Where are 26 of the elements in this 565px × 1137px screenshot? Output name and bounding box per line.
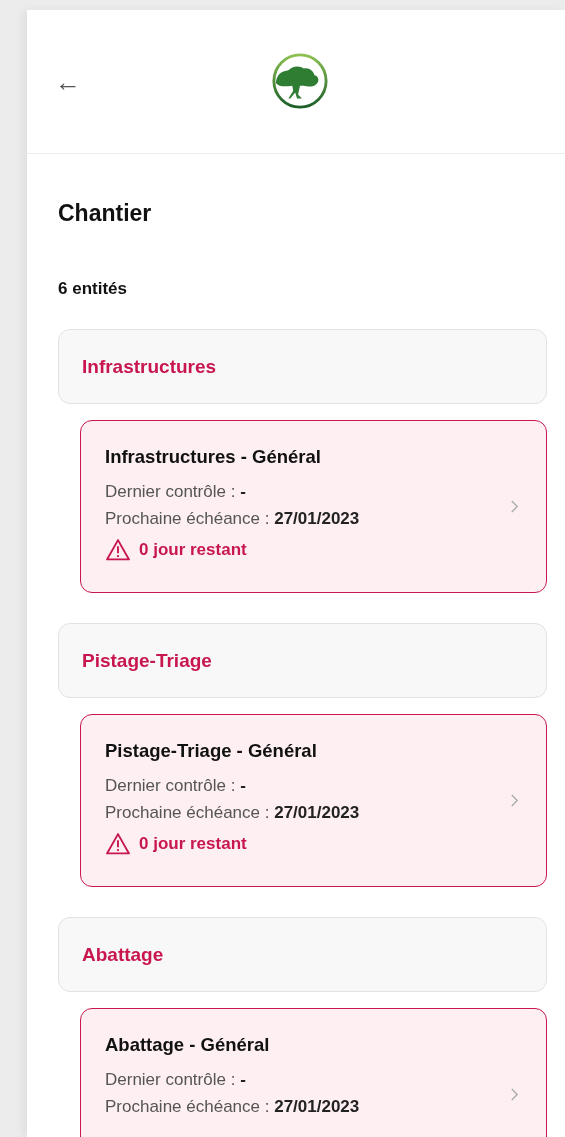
card-title: Pistage-Triage - Général xyxy=(105,740,317,762)
last-check-text: Dernier contrôle : - xyxy=(105,481,246,503)
card-title: Infrastructures - Général xyxy=(105,446,321,468)
card-title: Abattage - Général xyxy=(105,1034,270,1056)
group-header[interactable]: Infrastructures xyxy=(58,329,547,404)
due-date-text: Prochaine échéance : 27/01/2023 xyxy=(105,508,360,530)
last-check-text: Dernier contrôle : - xyxy=(105,775,246,797)
due-date-text: Prochaine échéance : 27/01/2023 xyxy=(105,1096,360,1118)
entity-card[interactable]: Pistage-Triage - Général Dernier contrôle : - Prochaine échéance : 27/01/2023 0 jour restant xyxy=(80,714,547,887)
back-button[interactable]: ← xyxy=(55,68,81,95)
chevron-right-icon xyxy=(510,793,519,808)
chevron-right-icon xyxy=(510,1087,519,1102)
entity-card[interactable]: Infrastructures - Général Dernier contrôle : - Prochaine échéance : 27/01/2023 0 jour restant xyxy=(80,420,547,593)
entity-count: 6 entités xyxy=(58,279,128,299)
last-check-text: Dernier contrôle : - xyxy=(105,1069,246,1091)
page-title: Chantier xyxy=(58,199,153,227)
warning-icon xyxy=(105,538,131,561)
group-header[interactable]: Abattage xyxy=(58,917,547,992)
due-date-text: Prochaine échéance : 27/01/2023 xyxy=(105,802,360,824)
warning-text: 0 jour restant xyxy=(139,539,247,560)
tree-logo-icon xyxy=(271,52,329,110)
entity-card[interactable]: Abattage - Général Dernier contrôle : - Prochaine échéance : 27/01/2023 xyxy=(80,1008,547,1137)
warning-text: 0 jour restant xyxy=(139,833,247,854)
chevron-right-icon xyxy=(510,499,519,514)
warning-icon xyxy=(105,832,131,855)
group-header[interactable]: Pistage-Triage xyxy=(58,623,547,698)
